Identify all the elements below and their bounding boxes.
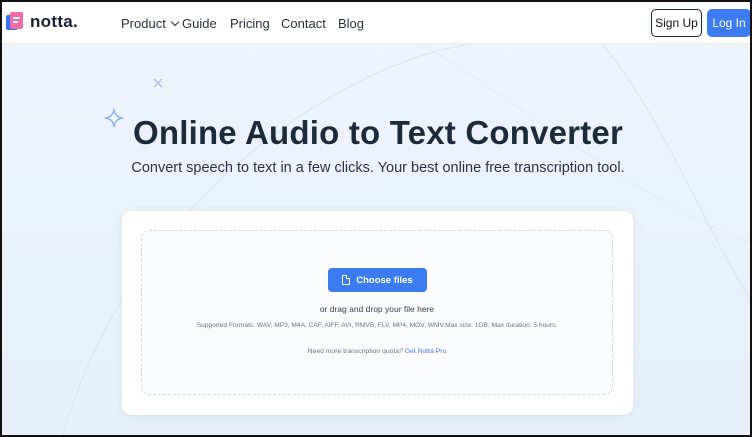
nav-pricing[interactable]: Pricing [230,16,270,31]
quota-line: Need more transcription quota? Get Notta… [142,348,612,355]
chevron-down-icon [170,17,180,26]
page-subtitle: Convert speech to text in a few clicks. … [131,160,625,176]
page-title: Online Audio to Text Converter [132,114,624,151]
choose-files-label: Choose files [356,274,413,286]
nav-product[interactable]: Product [121,16,182,31]
top-navigation-bar: notta. Product Guide Pricing Contact Blo… [2,2,750,44]
logo-text: notta. [30,12,79,31]
log-in-button[interactable]: Log In [707,9,750,37]
nav-product-label: Product [121,15,166,31]
file-icon [342,275,351,285]
get-notta-pro-link[interactable]: Get Notta Pro [405,348,447,355]
sign-up-button[interactable]: Sign Up [651,9,702,37]
nav-guide[interactable]: Guide [182,16,217,31]
choose-files-button[interactable]: Choose files [328,268,427,292]
supported-formats-text: Supported Formats: WAV, MP3, M4A, CAF, A… [196,322,558,329]
nav-guide-label: Guide [182,15,217,31]
nav-contact-label: Contact [281,15,326,31]
nav-blog-label: Blog [338,15,365,31]
sparkle-small-icon [153,78,163,88]
drag-drop-hint: or drag and drop your file here [319,304,435,314]
main-nav: Product Guide Pricing Contact Blog [121,2,364,44]
nav-blog[interactable]: Blog [338,16,364,31]
notta-logo-icon [6,12,24,32]
file-drop-zone[interactable]: Choose files or drag and drop your file … [141,230,613,395]
nav-pricing-label: Pricing [230,15,270,31]
page-frame: notta. Product Guide Pricing Contact Blo… [0,0,752,437]
notta-logo[interactable]: notta. [6,12,78,32]
quota-text: Need more transcription quota? [307,348,403,355]
nav-contact[interactable]: Contact [281,16,326,31]
upload-card: Choose files or drag and drop your file … [122,211,633,415]
